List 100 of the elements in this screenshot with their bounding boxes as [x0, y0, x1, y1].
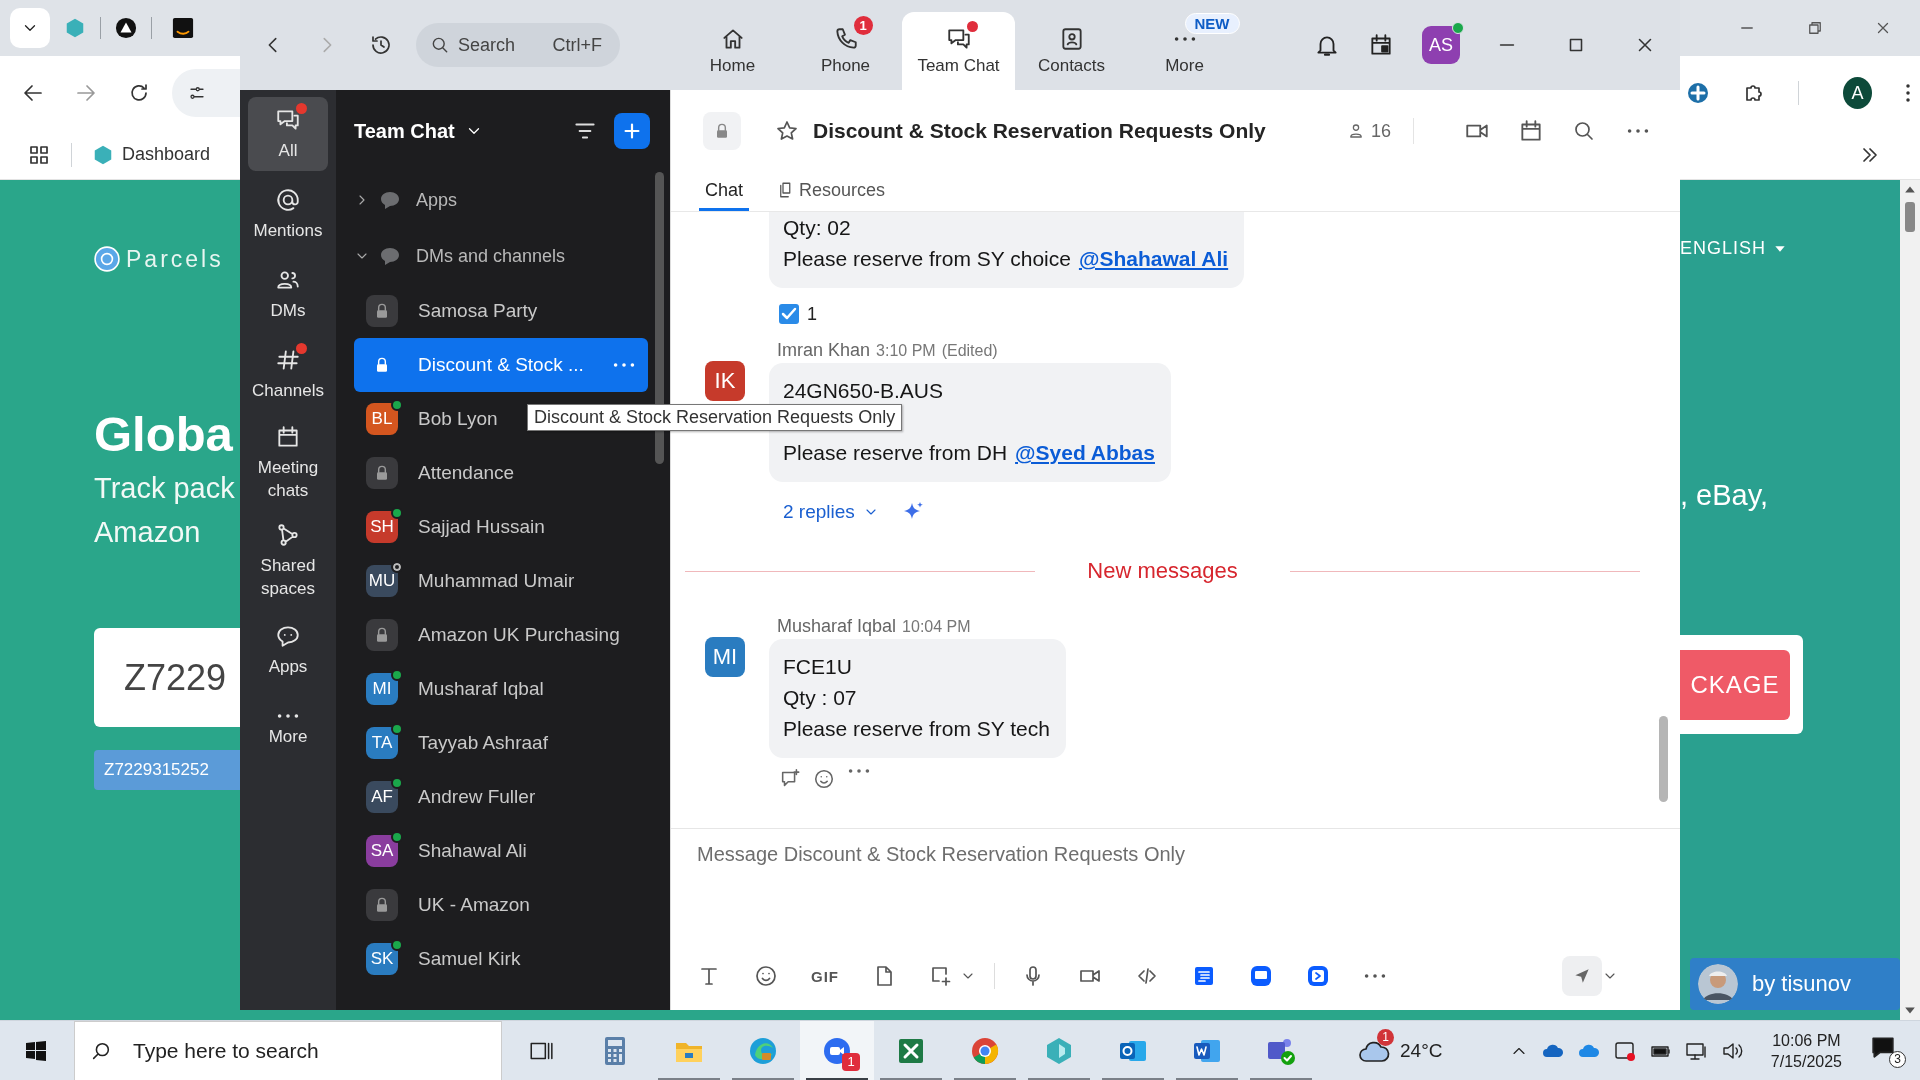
checkbox-emoji-icon[interactable]: [777, 302, 801, 326]
nav-tab[interactable]: NEW More: [1128, 12, 1241, 90]
smile-tab-icon[interactable]: [172, 17, 194, 39]
message-line: Please reserve from DH @Syed Abbas: [783, 440, 1155, 466]
section-header[interactable]: Apps: [354, 172, 648, 228]
channel-item[interactable]: SK Samuel Kirk: [354, 932, 648, 986]
channel-item[interactable]: UK - Amazon: [354, 878, 648, 932]
clock[interactable]: 10:06 PM 7/15/2025: [1770, 1029, 1842, 1072]
channel-item[interactable]: MI Musharaf Iqbal: [354, 662, 648, 716]
gif-button[interactable]: GIF: [811, 967, 839, 985]
shortcut-hint: Ctrl+F: [552, 35, 602, 55]
lock-icon: [366, 457, 398, 489]
whiteboard-app-icon[interactable]: [1249, 964, 1273, 988]
reaction-count: 1: [807, 303, 817, 325]
chat-tab[interactable]: Resources: [771, 172, 892, 211]
lock-icon: [703, 112, 741, 150]
team-chat-menu[interactable]: Team Chat: [354, 119, 483, 143]
rail-item[interactable]: Mentions: [248, 177, 328, 251]
subtitle-line: Amazon: [94, 515, 201, 550]
notes-app-icon[interactable]: [1192, 964, 1216, 988]
search-icon[interactable]: [1572, 119, 1596, 143]
channel-item[interactable]: Discount & Stock ...: [354, 338, 648, 392]
channel-item[interactable]: MU Muhammad Umair: [354, 554, 648, 608]
message-line: FCE1U: [783, 654, 853, 680]
timestamp: 3:10 PM: [876, 342, 936, 360]
message-line: Please reserve from SY choice @Shahawal Ali: [783, 246, 1229, 272]
more-icon[interactable]: [1363, 973, 1387, 979]
taskbar-app[interactable]: 1: [800, 1020, 874, 1080]
rail-item[interactable]: Channels: [248, 337, 328, 411]
mention-link[interactable]: @Shahawal Ali: [1078, 247, 1229, 270]
taskbar-search-field[interactable]: Type here to search: [74, 1020, 502, 1080]
restore-icon[interactable]: [1806, 19, 1824, 37]
scrollbar[interactable]: [1900, 180, 1920, 1020]
profile-avatar[interactable]: A: [1842, 77, 1872, 109]
screenshot-icon[interactable]: [929, 964, 953, 988]
triangle-tab-icon[interactable]: [115, 17, 137, 39]
nav-tab[interactable]: Home: [676, 12, 789, 90]
channel-item[interactable]: SA Shahawal Ali: [354, 824, 648, 878]
clips-app-icon[interactable]: [1306, 964, 1330, 988]
channel-item[interactable]: Samosa Party: [354, 284, 648, 338]
chat-tab[interactable]: Chat: [699, 172, 750, 211]
calendar-icon[interactable]: [1368, 32, 1394, 58]
logo-icon: [94, 246, 120, 272]
rail-item[interactable]: More: [248, 693, 328, 767]
clock-icon: [369, 33, 393, 57]
avatar: MI: [705, 637, 745, 677]
credit-badge[interactable]: by tisunov: [1690, 958, 1900, 1010]
more-icon[interactable]: [1626, 128, 1650, 134]
more-icon: [1172, 36, 1197, 42]
star-icon[interactable]: [775, 119, 799, 143]
edited-label: (Edited): [941, 342, 998, 360]
section-header[interactable]: DMs and channels: [354, 228, 648, 284]
timestamp: 10:04 PM: [902, 618, 971, 636]
count-badge: 1: [853, 16, 873, 35]
calendar-icon: [275, 424, 301, 450]
new-chat-button[interactable]: [614, 113, 650, 149]
nav-tab[interactable]: Contacts: [1015, 12, 1128, 90]
headline: Globa: [94, 406, 233, 463]
send-button[interactable]: [1562, 956, 1602, 996]
rail-item[interactable]: Shared spaces: [248, 515, 328, 607]
tracking-field[interactable]: Z7229: [94, 628, 240, 727]
calendar-icon[interactable]: [1518, 118, 1544, 144]
rail-item[interactable]: DMs: [248, 257, 328, 331]
avatar: IK: [705, 361, 745, 401]
nav-tab[interactable]: 1 Phone: [789, 12, 902, 90]
rail-item[interactable]: All: [248, 97, 328, 171]
scrollbar[interactable]: [1659, 716, 1668, 802]
rail-item[interactable]: Meeting chats: [248, 417, 328, 509]
more-icon[interactable]: [847, 768, 871, 774]
start-icon[interactable]: [24, 1038, 48, 1063]
logo-text: Parcels: [126, 245, 224, 273]
author-name[interactable]: Musharaf Iqbal: [777, 616, 897, 637]
new-messages-divider: New messages: [1087, 558, 1238, 584]
share-nodes-icon: [275, 522, 301, 548]
channel-item[interactable]: Attendance: [354, 446, 648, 500]
replies-link[interactable]: 2 replies: [783, 501, 879, 523]
scroll-thumb[interactable]: [1905, 202, 1915, 232]
members-button[interactable]: 16: [1346, 120, 1391, 142]
subtitle-line: , eBay,: [1680, 478, 1769, 513]
channel-item[interactable]: SH Sajjad Hussain: [354, 500, 648, 554]
more-icon: [276, 712, 300, 719]
nav-tab[interactable]: Team Chat: [902, 12, 1015, 90]
mention-link[interactable]: @Syed Abbas: [1015, 441, 1155, 464]
rail-item[interactable]: Apps: [248, 613, 328, 687]
new-badge: NEW: [1184, 13, 1240, 34]
chat-icon: [945, 26, 972, 52]
author-name[interactable]: Imran Khan: [777, 340, 871, 361]
diamond-icon: [92, 143, 114, 166]
subtitle-line: Track pack: [94, 471, 235, 506]
emoji-icon[interactable]: [754, 964, 778, 988]
message-input[interactable]: Message Discount & Stock Reservation Requests Only: [697, 829, 1636, 950]
message-line: Please reserve from SY tech: [783, 716, 1050, 742]
weather-widget[interactable]: 1 24°C: [1358, 1026, 1443, 1075]
bookmark-link[interactable]: Dashboard: [92, 143, 211, 166]
add-reaction-icon[interactable]: [813, 768, 835, 790]
extension-icon[interactable]: [1686, 81, 1710, 105]
channel-item[interactable]: Amazon UK Purchasing: [354, 608, 648, 662]
notifications-button[interactable]: 3: [1870, 1033, 1906, 1068]
channel-item[interactable]: TA Tayyab Ashraaf: [354, 716, 648, 770]
channel-item[interactable]: AF Andrew Fuller: [354, 770, 648, 824]
